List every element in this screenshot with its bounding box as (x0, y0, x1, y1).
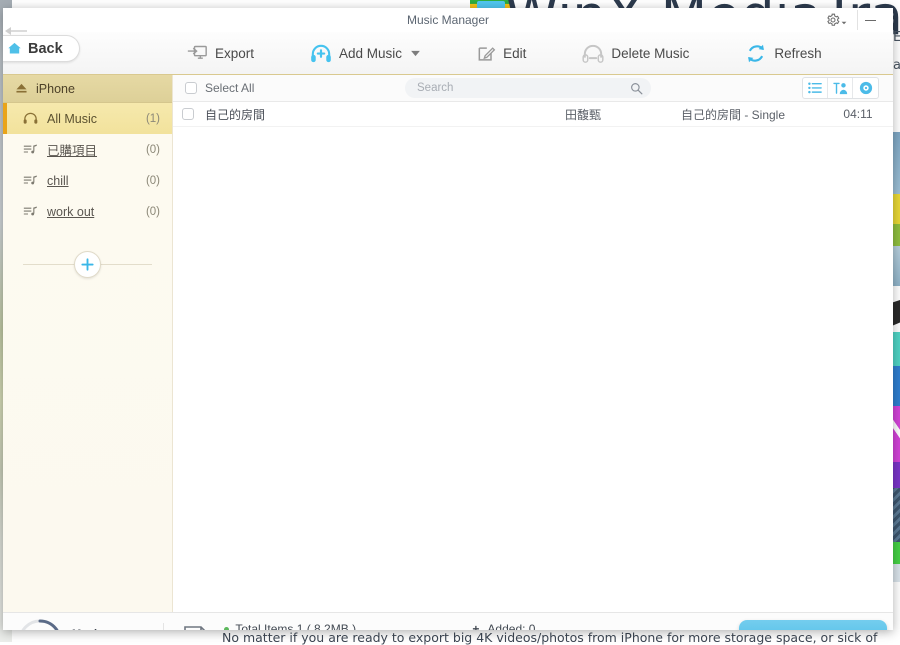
minimize-icon (865, 20, 876, 21)
refresh-button-label: Refresh (774, 46, 821, 61)
sidebar-device-iphone[interactable]: iPhone (3, 75, 172, 103)
view-mode-album-button[interactable] (853, 78, 878, 98)
sidebar: iPhone All Music (1) (3, 75, 173, 612)
status-bar: 65.52GB Free Music 1items / 8.2MB (3, 612, 893, 630)
sidebar-item-label: All Music (47, 112, 146, 126)
window-titlebar: Music Manager (3, 8, 893, 32)
edit-button-label: Edit (503, 46, 526, 61)
track-title: 自己的房間 (203, 106, 523, 123)
content-toolbar: Select All (173, 75, 893, 102)
background-text-fragment-1: E (893, 30, 900, 45)
settings-gear-button[interactable] (823, 8, 849, 32)
artist-icon (833, 82, 848, 95)
edit-pencil-icon (476, 44, 496, 64)
delete-music-headphone-minus-icon (582, 44, 604, 64)
headphone-icon (23, 112, 43, 125)
table-row[interactable]: 自己的房間 田馥甄 自己的房間 - Single 04:11 (173, 102, 893, 127)
back-button[interactable]: Back (3, 35, 80, 62)
minimize-button[interactable] (857, 10, 883, 30)
window-title: Music Manager (3, 13, 893, 27)
info-document-icon-wrap (182, 625, 212, 630)
sidebar-item-count: (1) (146, 113, 160, 125)
sync-button-label: Sync (797, 629, 860, 631)
add-music-button[interactable]: Add Music (302, 40, 428, 68)
refresh-icon (745, 43, 767, 64)
background-bottom-paragraph: No matter if you are ready to export big… (222, 630, 877, 645)
sidebar-item-count: (0) (146, 206, 160, 218)
playlist-icon (23, 174, 43, 187)
search-box[interactable] (405, 78, 651, 98)
stat-added-label: Added: 0 (487, 622, 535, 630)
track-album: 自己的房間 - Single (643, 106, 823, 123)
playlist-icon (23, 205, 43, 218)
toolbar-actions: Export Add Music Edit (178, 32, 893, 75)
view-mode-artist-button[interactable] (828, 78, 853, 98)
add-playlist-button[interactable] (74, 251, 101, 278)
add-music-headphone-plus-icon (310, 44, 332, 64)
search-icon[interactable] (630, 82, 643, 95)
storage-meta: Music 1items / 8.2MB (72, 628, 145, 631)
edit-button[interactable]: Edit (468, 40, 534, 68)
export-button-label: Export (215, 46, 254, 61)
stat-added-sign: + (472, 622, 481, 630)
chevron-down-icon (411, 50, 420, 57)
refresh-button[interactable]: Refresh (737, 39, 829, 68)
track-checkbox[interactable] (182, 108, 194, 120)
storage-category: Music (72, 628, 145, 631)
delete-music-button-label: Delete Music (611, 46, 689, 61)
home-icon (7, 41, 22, 56)
delete-music-button[interactable]: Delete Music (574, 40, 697, 68)
select-all-checkbox[interactable] (185, 82, 197, 94)
sidebar-item-work-out[interactable]: work out (0) (3, 196, 172, 227)
sidebar-device-label: iPhone (36, 82, 75, 96)
select-all-label: Select All (205, 81, 254, 95)
background-text-fragment-2: a (893, 58, 900, 73)
select-all-control[interactable]: Select All (185, 81, 254, 95)
sidebar-item-count: (0) (146, 144, 160, 156)
view-mode-toggle (802, 77, 879, 99)
stat-total-items-label: Total Items 1 ( 8.2MB ) (235, 622, 356, 630)
sidebar-item-all-music[interactable]: All Music (1) (3, 103, 172, 134)
sidebar-item-label: work out (47, 205, 146, 219)
sidebar-item-label: 已購項目 (47, 140, 146, 159)
sidebar-playlist-list: All Music (1) 已購項目 (0) (3, 103, 172, 227)
track-checkbox-cell[interactable] (173, 108, 203, 120)
add-music-button-label: Add Music (339, 46, 402, 61)
track-duration: 04:11 (823, 107, 893, 121)
list-icon (808, 82, 822, 94)
eject-icon (15, 83, 28, 94)
sidebar-item-label: chill (47, 174, 146, 188)
stat-total-items: Total Items 1 ( 8.2MB ) (224, 622, 357, 630)
playlist-icon (23, 143, 43, 156)
status-dot-total (224, 627, 229, 631)
plus-icon (80, 257, 95, 272)
sync-button[interactable]: Sync (739, 620, 887, 630)
storage-donut: 65.52GB Free (17, 618, 63, 631)
sidebar-item-count: (0) (146, 175, 160, 187)
change-stats: + Added: 0 − Deleted: 0 (472, 622, 542, 630)
storage-summary: 65.52GB Free Music 1items / 8.2MB (17, 618, 145, 631)
disc-icon (859, 81, 873, 95)
document-info-icon (182, 625, 212, 630)
stat-added: + Added: 0 (472, 622, 542, 630)
track-artist: 田馥甄 (523, 106, 643, 123)
sidebar-item-purchased[interactable]: 已購項目 (0) (3, 134, 172, 165)
export-button[interactable]: Export (178, 40, 262, 68)
export-to-computer-icon (186, 44, 208, 64)
main-toolbar: Back Export Add Music (3, 32, 893, 75)
divider (163, 623, 164, 631)
window-body: iPhone All Music (1) (3, 75, 893, 612)
sidebar-item-chill[interactable]: chill (0) (3, 165, 172, 196)
gear-icon (826, 13, 840, 27)
view-mode-list-button[interactable] (803, 78, 828, 98)
back-button-label: Back (28, 41, 63, 57)
chevron-down-icon (841, 20, 847, 26)
track-list: 自己的房間 田馥甄 自己的房間 - Single 04:11 (173, 102, 893, 612)
search-input[interactable] (417, 82, 630, 94)
content-panel: Select All (173, 75, 893, 612)
item-stats: Total Items 1 ( 8.2MB ) Selected Items 0… (224, 622, 357, 630)
add-playlist-row (3, 244, 172, 284)
music-manager-window: Music Manager Back (3, 8, 893, 630)
